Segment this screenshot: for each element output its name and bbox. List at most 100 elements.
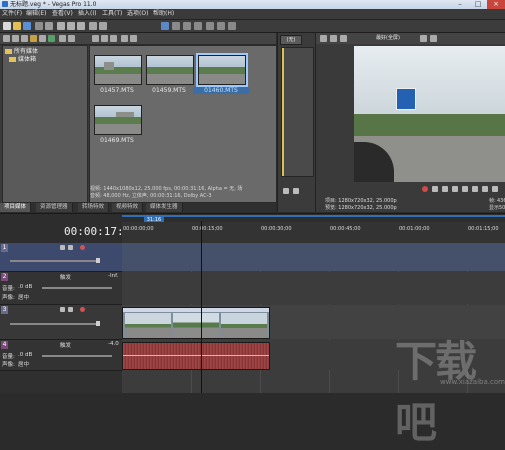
copy-snapshot-icon[interactable] bbox=[420, 35, 427, 42]
play-icon[interactable] bbox=[101, 35, 108, 42]
mute-icon[interactable] bbox=[60, 245, 65, 250]
volume-slider[interactable] bbox=[42, 287, 112, 289]
minimize-button[interactable]: – bbox=[451, 0, 469, 9]
go-to-start-icon[interactable] bbox=[482, 186, 488, 192]
close-button[interactable]: × bbox=[487, 0, 505, 9]
media-thumbnail[interactable] bbox=[146, 55, 194, 85]
media-thumbnail[interactable] bbox=[94, 55, 142, 85]
solo-icon[interactable] bbox=[68, 307, 73, 312]
mode-label[interactable]: 触发 bbox=[60, 273, 71, 281]
split-screen-icon[interactable] bbox=[330, 35, 337, 42]
loop-region-bar[interactable] bbox=[122, 215, 505, 217]
media-thumbnail[interactable] bbox=[94, 105, 142, 135]
trimmer-selector[interactable]: (无) bbox=[280, 35, 302, 45]
pause-icon[interactable] bbox=[462, 186, 468, 192]
tab-media-generators[interactable]: 媒体发生器 bbox=[146, 203, 183, 212]
tab-transitions[interactable]: 转场特效 bbox=[78, 203, 110, 212]
track-number: 4 bbox=[1, 341, 8, 349]
menu-tools[interactable]: 工具(T) bbox=[102, 10, 122, 18]
menu-edit[interactable]: 编辑(E) bbox=[26, 10, 46, 18]
snap-icon[interactable] bbox=[161, 22, 169, 30]
play-icon[interactable] bbox=[452, 186, 458, 192]
stop-icon[interactable] bbox=[472, 186, 478, 192]
tab-video-fx[interactable]: 视频特效 bbox=[112, 203, 144, 212]
save-snapshot-icon[interactable] bbox=[430, 35, 437, 42]
envelope-icon[interactable] bbox=[194, 22, 202, 30]
preview-info-text: 预览: 1280x720x32, 25.000p bbox=[325, 205, 397, 211]
undo-icon[interactable] bbox=[89, 22, 97, 30]
menu-file[interactable]: 文件(F) bbox=[2, 10, 22, 18]
media-thumbnail-selected[interactable] bbox=[196, 53, 248, 87]
track-header-video-1[interactable]: 1 bbox=[0, 243, 122, 272]
paste-icon[interactable] bbox=[77, 22, 85, 30]
level-slider[interactable] bbox=[10, 323, 100, 325]
track-header-audio-2[interactable]: 2 触发 -Inf. 音量: .0 dB 声像: 居中 bbox=[0, 272, 122, 305]
tag-icon[interactable] bbox=[68, 35, 75, 42]
fx-icon[interactable] bbox=[80, 245, 85, 250]
cut-icon[interactable] bbox=[57, 22, 65, 30]
menu-help[interactable]: 帮助(H) bbox=[153, 10, 174, 18]
level-slider-knob[interactable] bbox=[96, 321, 100, 326]
solo-icon[interactable] bbox=[68, 245, 73, 250]
tree-item-media-bins[interactable]: 媒体箱 bbox=[9, 56, 36, 64]
views-icon[interactable] bbox=[92, 35, 99, 42]
preview-quality-dropdown[interactable]: 最好(全屏) bbox=[376, 35, 416, 42]
remove-icon[interactable] bbox=[39, 35, 46, 42]
new-bin-icon[interactable] bbox=[30, 35, 37, 42]
track-header-video-3[interactable]: 3 bbox=[0, 305, 122, 340]
mute-icon[interactable] bbox=[60, 307, 65, 312]
auto-preview-icon[interactable] bbox=[121, 35, 128, 42]
trim-in-marker[interactable] bbox=[282, 48, 284, 176]
menu-insert[interactable]: 插入(I) bbox=[78, 10, 96, 18]
auto-ripple-icon[interactable] bbox=[172, 22, 180, 30]
menu-bar: 文件(F) 编辑(E) 查看(V) 插入(I) 工具(T) 选项(O) 帮助(H… bbox=[0, 9, 505, 20]
render-icon[interactable] bbox=[35, 22, 43, 30]
volume-slider[interactable] bbox=[42, 355, 112, 357]
stop-icon[interactable] bbox=[110, 35, 117, 42]
edit-tool-icon[interactable] bbox=[206, 22, 214, 30]
tree-item-all-media[interactable]: 所有媒体 bbox=[5, 48, 38, 56]
new-icon[interactable] bbox=[3, 22, 11, 30]
audio-event-clip[interactable] bbox=[122, 342, 270, 370]
menu-view[interactable]: 查看(V) bbox=[52, 10, 73, 18]
zoom-tool-icon[interactable] bbox=[217, 22, 225, 30]
trimmer-play-icon[interactable] bbox=[283, 188, 289, 194]
save-icon[interactable] bbox=[23, 22, 31, 30]
go-to-end-icon[interactable] bbox=[492, 186, 498, 192]
search-icon[interactable] bbox=[59, 35, 66, 42]
preview-settings-icon[interactable] bbox=[320, 35, 327, 42]
fx-icon[interactable] bbox=[80, 307, 85, 312]
media-fx-icon[interactable] bbox=[48, 35, 55, 42]
capture-icon[interactable] bbox=[12, 35, 19, 42]
loop-icon[interactable] bbox=[130, 35, 137, 42]
import-media-icon[interactable] bbox=[3, 35, 10, 42]
tree-item-label: 所有媒体 bbox=[14, 48, 39, 55]
mode-label[interactable]: 触发 bbox=[60, 341, 71, 349]
tab-project-media[interactable]: 项目媒体 bbox=[0, 203, 32, 212]
copy-icon[interactable] bbox=[67, 22, 75, 30]
track-header-audio-4[interactable]: 4 触发 -4.0 音量: .0 dB 声像: 居中 bbox=[0, 340, 122, 371]
level-slider-knob[interactable] bbox=[96, 258, 100, 263]
redo-icon[interactable] bbox=[99, 22, 107, 30]
media-thumbnails: 01457.MTS 01459.MTS 01460.MTS 01469.MTS bbox=[89, 45, 277, 203]
lock-icon[interactable] bbox=[183, 22, 191, 30]
lane-video-1[interactable] bbox=[122, 243, 505, 271]
lane-audio-2[interactable] bbox=[122, 272, 505, 304]
tab-explorer[interactable]: 资源管理器 bbox=[36, 203, 73, 212]
trimmer-stop-icon[interactable] bbox=[293, 188, 299, 194]
playhead-cursor[interactable] bbox=[201, 221, 202, 393]
maximize-button[interactable]: □ bbox=[469, 0, 487, 9]
explorer-toolbar bbox=[0, 33, 276, 45]
time-ruler[interactable]: 00:00:00;00 00:00:15;00 00:00:30;00 00:0… bbox=[122, 222, 505, 244]
get-media-icon[interactable] bbox=[21, 35, 28, 42]
help-icon[interactable] bbox=[228, 22, 236, 30]
properties-icon[interactable] bbox=[45, 22, 53, 30]
open-icon[interactable] bbox=[13, 22, 21, 30]
menu-options[interactable]: 选项(O) bbox=[127, 10, 148, 18]
record-icon[interactable] bbox=[422, 186, 428, 192]
video-event-clip[interactable] bbox=[122, 307, 270, 339]
loop-playback-icon[interactable] bbox=[432, 186, 438, 192]
overlays-icon[interactable] bbox=[340, 35, 347, 42]
level-slider[interactable] bbox=[10, 260, 100, 262]
play-from-start-icon[interactable] bbox=[442, 186, 448, 192]
